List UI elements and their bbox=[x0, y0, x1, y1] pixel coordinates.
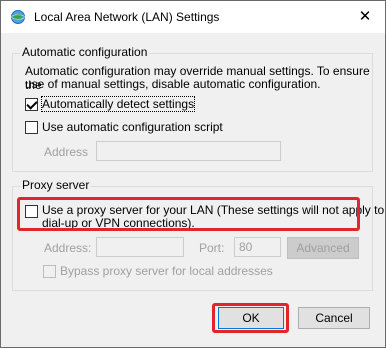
automatic-configuration-title: Automatic configuration bbox=[20, 45, 150, 59]
use-config-script-checkbox[interactable] bbox=[25, 121, 38, 134]
script-address-input[interactable] bbox=[96, 141, 281, 161]
proxy-address-input[interactable] bbox=[96, 237, 184, 257]
cancel-button[interactable]: Cancel bbox=[298, 307, 370, 329]
lan-settings-dialog: Local Area Network (LAN) Settings ✕ Auto… bbox=[0, 0, 386, 348]
bypass-local-checkbox[interactable] bbox=[43, 265, 56, 278]
ok-button-highlight bbox=[212, 303, 289, 333]
auto-config-description-line2: use of manual settings, disable automati… bbox=[25, 77, 321, 91]
title-bar: Local Area Network (LAN) Settings ✕ bbox=[1, 1, 385, 33]
advanced-button[interactable]: Advanced bbox=[287, 237, 359, 259]
close-icon[interactable]: ✕ bbox=[355, 7, 375, 27]
proxy-port-input[interactable] bbox=[234, 237, 281, 257]
proxy-address-label: Address: bbox=[44, 241, 92, 255]
proxy-server-title: Proxy server bbox=[20, 178, 92, 192]
window-title: Local Area Network (LAN) Settings bbox=[34, 10, 220, 24]
script-address-label: Address bbox=[44, 145, 89, 159]
internet-options-globe-icon bbox=[11, 10, 25, 24]
use-proxy-highlight bbox=[17, 197, 360, 231]
auto-detect-checkbox[interactable] bbox=[25, 98, 38, 111]
proxy-port-label: Port: bbox=[199, 241, 225, 255]
auto-detect-label[interactable]: Automatically detect settings bbox=[40, 96, 196, 112]
use-config-script-label[interactable]: Use automatic configuration script bbox=[42, 120, 223, 134]
bypass-local-label[interactable]: Bypass proxy server for local addresses bbox=[60, 264, 273, 278]
